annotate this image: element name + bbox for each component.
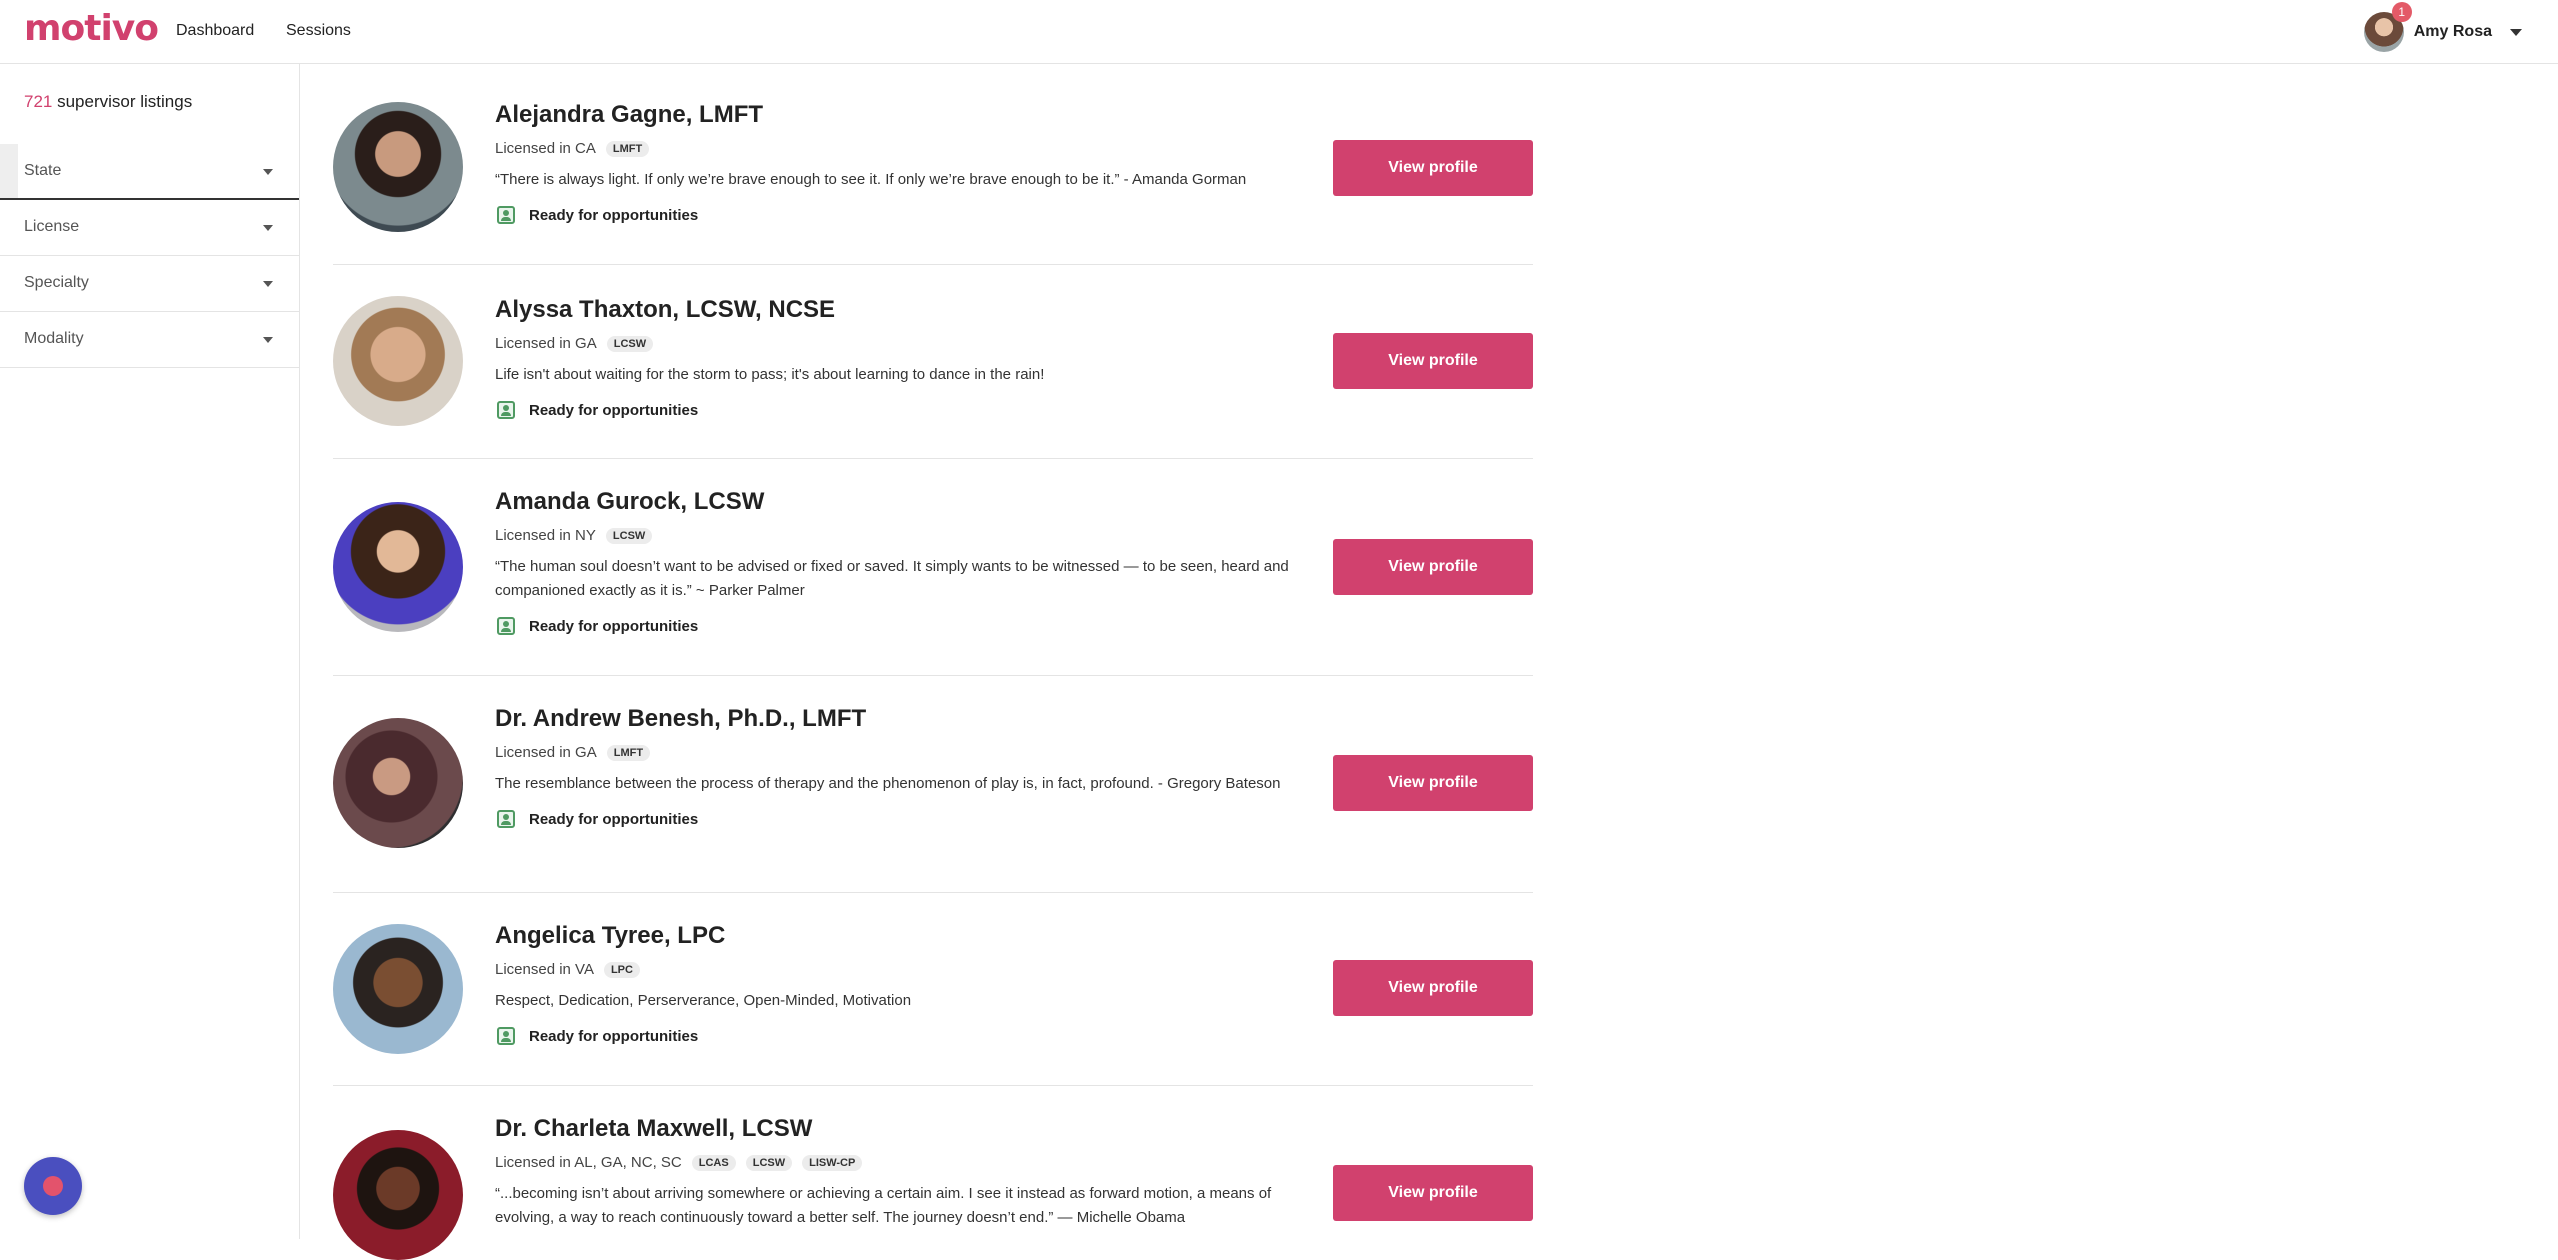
- ready-label: Ready for opportunities: [529, 401, 699, 419]
- chevron-down-icon: [263, 169, 273, 175]
- profile-badge-icon: [497, 617, 515, 635]
- license-line: Licensed in CA LMFT: [495, 140, 1295, 157]
- filter-state-dropdown[interactable]: State: [0, 144, 299, 200]
- view-profile-button[interactable]: View profile: [1333, 1165, 1533, 1221]
- ready-label: Ready for opportunities: [529, 206, 699, 224]
- supervisor-card: Dr. Andrew Benesh, Ph.D., LMFT Licensed …: [333, 676, 1533, 893]
- filter-license-label: License: [24, 218, 80, 235]
- license-line: Licensed in AL, GA, NC, SC LCAS LCSW LIS…: [495, 1154, 1295, 1171]
- view-profile-button[interactable]: View profile: [1333, 539, 1533, 595]
- supervisor-name[interactable]: Dr. Andrew Benesh, Ph.D., LMFT: [495, 704, 1295, 734]
- supervisor-name[interactable]: Alejandra Gagne, LMFT: [495, 100, 1295, 130]
- supervisor-name[interactable]: Alyssa Thaxton, LCSW, NCSE: [495, 295, 1295, 325]
- chevron-down-icon: [263, 337, 273, 343]
- view-profile-button[interactable]: View profile: [1333, 333, 1533, 389]
- supervisor-name[interactable]: Dr. Charleta Maxwell, LCSW: [495, 1114, 1295, 1144]
- top-header: motivo Dashboard Sessions 1 Amy Rosa: [0, 0, 2558, 64]
- filter-sidebar: 721 supervisor listings State License Sp…: [0, 64, 300, 1239]
- supervisor-name[interactable]: Angelica Tyree, LPC: [495, 921, 1295, 951]
- ready-status: Ready for opportunities: [495, 617, 1295, 635]
- supervisor-photo[interactable]: [333, 502, 463, 632]
- supervisor-photo[interactable]: [333, 102, 463, 232]
- profile-badge-icon: [497, 810, 515, 828]
- supervisor-card: Alejandra Gagne, LMFT Licensed in CA LMF…: [333, 64, 1533, 265]
- listing-count-number: 721: [24, 92, 53, 111]
- license-badge: LCSW: [745, 1154, 793, 1171]
- motivo-logo[interactable]: motivo: [24, 8, 159, 49]
- licensed-in: Licensed in CA: [495, 140, 596, 157]
- view-profile-button[interactable]: View profile: [1333, 960, 1533, 1016]
- licensed-in: Licensed in GA: [495, 744, 597, 761]
- ready-status: Ready for opportunities: [495, 1027, 1295, 1045]
- license-line: Licensed in GA LCSW: [495, 335, 1295, 352]
- filter-specialty-dropdown[interactable]: Specialty: [0, 256, 299, 312]
- view-profile-button[interactable]: View profile: [1333, 140, 1533, 196]
- supervisor-quote: Life isn't about waiting for the storm t…: [495, 366, 1045, 383]
- user-menu[interactable]: 1 Amy Rosa: [2363, 2, 2522, 53]
- user-name[interactable]: Amy Rosa: [2414, 23, 2492, 41]
- supervisor-card: Dr. Charleta Maxwell, LCSW Licensed in A…: [333, 1086, 1533, 1260]
- license-line: Licensed in NY LCSW: [495, 527, 1295, 544]
- chat-launcher-button[interactable]: [24, 1157, 82, 1215]
- view-profile-button[interactable]: View profile: [1333, 755, 1533, 811]
- ready-status: Ready for opportunities: [495, 206, 1295, 224]
- listing-count: 721 supervisor listings: [24, 92, 192, 112]
- listing-count-label: supervisor listings: [52, 92, 193, 111]
- user-avatar[interactable]: 1: [2363, 2, 2412, 52]
- supervisor-quote: “The human soul doesn’t want to be advis…: [495, 558, 1289, 599]
- licensed-in: Licensed in AL, GA, NC, SC: [495, 1154, 682, 1171]
- supervisor-photo[interactable]: [333, 924, 463, 1054]
- supervisor-photo[interactable]: [333, 1130, 463, 1260]
- supervisor-photo[interactable]: [333, 296, 463, 426]
- filter-modality-label: Modality: [24, 330, 84, 347]
- supervisor-quote: Respect, Dedication, Perserverance, Open…: [495, 992, 912, 1009]
- supervisor-card: Alyssa Thaxton, LCSW, NCSE Licensed in G…: [333, 265, 1533, 459]
- nav-sessions-link[interactable]: Sessions: [286, 22, 351, 40]
- filter-license-dropdown[interactable]: License: [0, 200, 299, 256]
- nav-dashboard-link[interactable]: Dashboard: [176, 22, 254, 40]
- license-line: Licensed in VA LPC: [495, 961, 1295, 978]
- license-badge: LPC: [603, 961, 640, 978]
- license-badge: LMFT: [605, 140, 650, 157]
- ready-label: Ready for opportunities: [529, 810, 699, 828]
- supervisor-photo[interactable]: [333, 718, 463, 848]
- supervisor-card: Angelica Tyree, LPC Licensed in VA LPC R…: [333, 893, 1533, 1086]
- supervisor-card: Amanda Gurock, LCSW Licensed in NY LCSW …: [333, 459, 1533, 676]
- licensed-in: Licensed in GA: [495, 335, 597, 352]
- chevron-down-icon: [263, 225, 273, 231]
- supervisor-quote: “There is always light. If only we’re br…: [495, 171, 1247, 188]
- ready-status: Ready for opportunities: [495, 401, 1295, 419]
- license-badge: LCSW: [606, 335, 654, 352]
- filter-specialty-label: Specialty: [24, 274, 89, 291]
- ready-label: Ready for opportunities: [529, 617, 699, 635]
- license-badge: LMFT: [606, 744, 651, 761]
- licensed-in: Licensed in NY: [495, 527, 596, 544]
- supervisor-quote: The resemblance between the process of t…: [495, 775, 1281, 792]
- profile-badge-icon: [497, 401, 515, 419]
- license-badge: LCAS: [691, 1154, 736, 1171]
- license-badge: LISW-CP: [802, 1154, 863, 1171]
- ready-status: Ready for opportunities: [495, 810, 1295, 828]
- supervisor-quote: “...becoming isn’t about arriving somewh…: [495, 1185, 1272, 1226]
- filter-modality-dropdown[interactable]: Modality: [0, 312, 299, 368]
- ready-label: Ready for opportunities: [529, 1027, 699, 1045]
- supervisor-name[interactable]: Amanda Gurock, LCSW: [495, 487, 1295, 517]
- notification-badge: 1: [2391, 2, 2412, 22]
- licensed-in: Licensed in VA: [495, 961, 594, 978]
- license-line: Licensed in GA LMFT: [495, 744, 1295, 761]
- license-badge: LCSW: [605, 527, 653, 544]
- profile-badge-icon: [497, 206, 515, 224]
- chevron-down-icon[interactable]: [2510, 28, 2522, 36]
- chevron-down-icon: [263, 281, 273, 287]
- filter-state-label: State: [24, 162, 62, 179]
- profile-badge-icon: [497, 1027, 515, 1045]
